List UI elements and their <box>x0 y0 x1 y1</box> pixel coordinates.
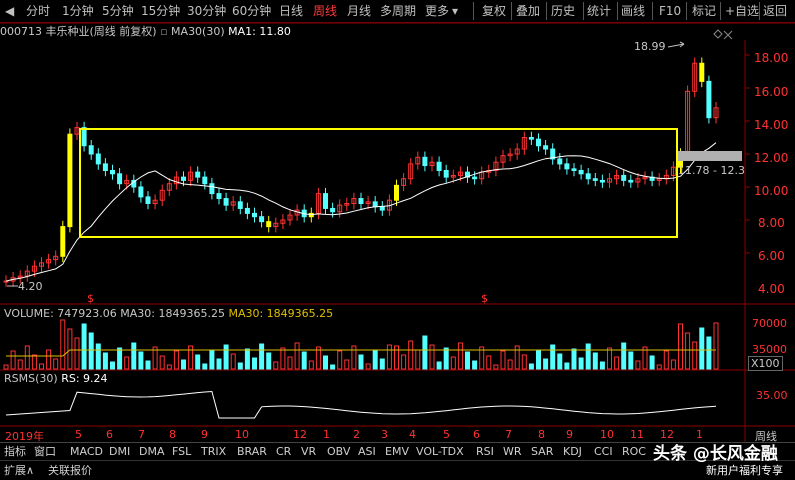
price-axis-4: 4.00 <box>758 282 785 296</box>
tab-dma[interactable]: DMA <box>139 444 165 460</box>
tab-rsi[interactable]: RSI <box>476 444 494 460</box>
time-axis-label: 2 <box>353 428 360 441</box>
tab-wr[interactable]: WR <box>503 444 522 460</box>
price-axis-8: 8.00 <box>758 216 785 230</box>
time-axis-label: 5 <box>75 428 82 441</box>
close-icon[interactable] <box>723 30 733 40</box>
watermark-title: 头条 @长风金融 <box>653 444 778 464</box>
svg-text:$: $ <box>87 292 94 305</box>
price-axis-6: 6.00 <box>758 249 785 263</box>
volume-ma30-a: MA30: 1849365.25 <box>120 307 225 320</box>
dropdown-icon[interactable]: ▫ <box>160 25 167 38</box>
price-axis-10: 10.00 <box>754 184 789 198</box>
stock-title: 000713 丰乐种业(周线 前复权) <box>0 25 157 38</box>
related-quotes-button[interactable]: 关联报价 <box>48 463 92 478</box>
tab-sar[interactable]: SAR <box>531 444 553 460</box>
watermark-sub: 新用户福利专享 <box>706 464 783 477</box>
volume-info: VOLUME: 747923.06 MA30: 1849365.25 MA30:… <box>4 307 333 320</box>
svg-text:$: $ <box>481 292 488 305</box>
vol-unit: X100 <box>748 356 783 371</box>
time-axis-label: 1 <box>323 428 330 441</box>
tab-obv[interactable]: OBV <box>327 444 350 460</box>
tab-brar[interactable]: BRAR <box>237 444 267 460</box>
box-range-label: 11.78 - 12.3 <box>678 164 745 177</box>
time-axis-label: 9 <box>201 428 208 441</box>
price-axis-16: 16.00 <box>754 85 789 99</box>
tab-window[interactable]: 窗口 <box>34 444 56 460</box>
tab-macd[interactable]: MACD <box>70 444 103 460</box>
time-axis-label: 7 <box>505 428 512 441</box>
rsms-label: RSMS(30) <box>4 372 58 385</box>
time-axis-label: 7 <box>138 428 145 441</box>
chart-info-line: 000713 丰乐种业(周线 前复权) ▫ MA30(30) MA1: 11.8… <box>0 24 291 40</box>
vol-axis-35000: 35000 <box>752 343 787 356</box>
low-price-label: 4.20 <box>18 280 43 293</box>
tab-asi[interactable]: ASI <box>358 444 376 460</box>
time-axis-label: 3 <box>381 428 388 441</box>
tab-roc[interactable]: ROC <box>622 444 646 460</box>
diamond-icon[interactable] <box>713 29 723 39</box>
time-axis-label: 10 <box>600 428 614 441</box>
price-axis-14: 14.00 <box>754 118 789 132</box>
rsms-value: RS: 9.24 <box>61 372 108 385</box>
high-price-label: 18.99 <box>634 40 666 53</box>
tab-cr[interactable]: CR <box>276 444 291 460</box>
time-axis-label: 8 <box>169 428 176 441</box>
tab-indicator[interactable]: 指标 <box>4 444 26 460</box>
time-axis-label: 10 <box>235 428 249 441</box>
time-axis-label: 11 <box>630 428 644 441</box>
tab-vol-tdx[interactable]: VOL-TDX <box>416 444 464 460</box>
time-axis-label: 8 <box>538 428 545 441</box>
time-axis-label: 9 <box>566 428 573 441</box>
vol-axis-70000: 70000 <box>752 317 787 330</box>
ma1-value: MA1: 11.80 <box>228 25 291 38</box>
time-axis-label: 12 <box>293 428 307 441</box>
price-band <box>678 151 742 161</box>
tab-trix[interactable]: TRIX <box>201 444 226 460</box>
rsms-axis-35: 35.00 <box>756 389 788 402</box>
tab-vr[interactable]: VR <box>301 444 316 460</box>
tab-fsl[interactable]: FSL <box>172 444 191 460</box>
price-axis-12: 12.00 <box>754 151 789 165</box>
ma-label: MA30(30) <box>171 25 225 38</box>
time-axis-label: 4 <box>409 428 416 441</box>
kline-chart[interactable]: $ $ <box>0 0 795 442</box>
volume-value: VOLUME: 747923.06 <box>4 307 117 320</box>
tab-kdj[interactable]: KDJ <box>563 444 582 460</box>
time-axis-label: 5 <box>443 428 450 441</box>
expand-button[interactable]: 扩展∧ <box>4 463 34 478</box>
volume-ma30-b: MA30: 1849365.25 <box>228 307 334 320</box>
tab-emv[interactable]: EMV <box>385 444 409 460</box>
time-axis-label: 6 <box>473 428 480 441</box>
tab-cci[interactable]: CCI <box>594 444 613 460</box>
tab-dmi[interactable]: DMI <box>109 444 130 460</box>
time-axis-label: 6 <box>106 428 113 441</box>
price-axis-18: 18.00 <box>754 51 789 65</box>
rsms-info: RSMS(30) RS: 9.24 <box>4 372 108 385</box>
